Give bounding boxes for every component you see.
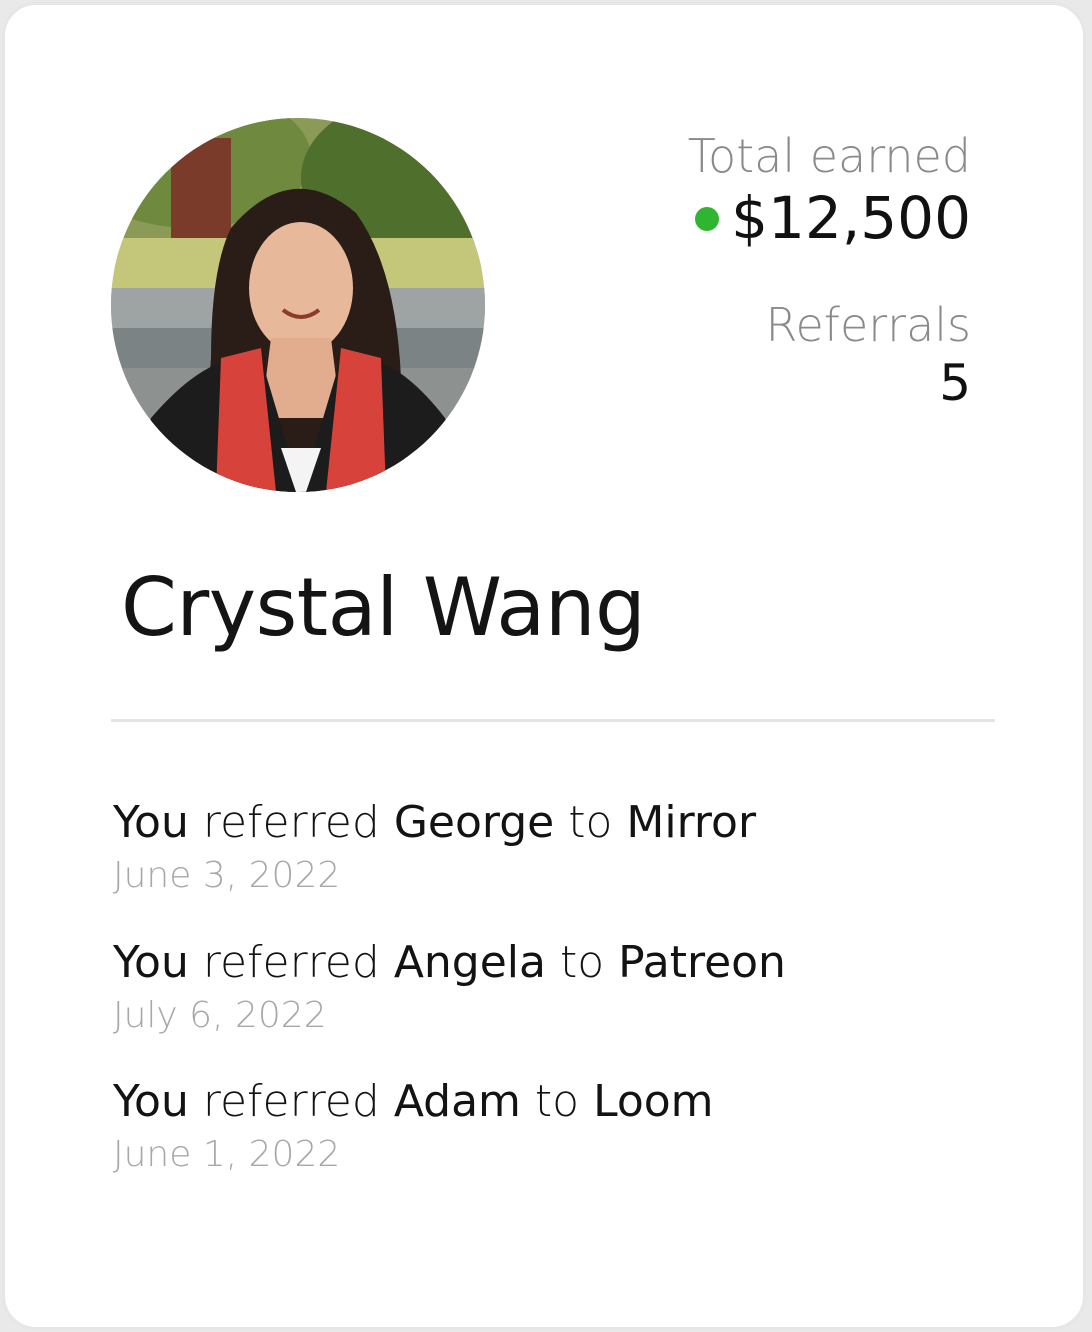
referral-company: Loom (593, 1076, 714, 1128)
stats-panel: Total earned $12,500 Referrals 5 (688, 129, 971, 413)
referral-sentence: You referred George to Mirror (113, 795, 1013, 850)
referral-subject: You (113, 1076, 189, 1128)
referral-verb: referred (202, 797, 380, 848)
referrals-count: 5 (939, 353, 971, 412)
referral-sentence: You referred Angela to Patreon (113, 935, 1013, 990)
profile-name: Crystal Wang (121, 561, 646, 654)
status-dot-icon (695, 206, 720, 231)
referral-person: Adam (393, 1076, 521, 1128)
referral-date: June 3, 2022 (113, 855, 341, 896)
referral-card: Total earned $12,500 Referrals 5 Crystal… (2, 2, 1086, 1330)
referral-sentence: You referred Adam to Loom (113, 1074, 1013, 1129)
avatar (111, 118, 485, 492)
referral-connector: to (568, 797, 613, 848)
list-item: You referred Adam to Loom June 1, 2022 (113, 1074, 1013, 1180)
total-earned-value-row: $12,500 (688, 184, 971, 254)
total-earned-value: $12,500 (731, 184, 971, 253)
referral-person: Angela (393, 936, 546, 988)
list-item: You referred George to Mirror June 3, 20… (113, 795, 1013, 901)
referral-company: Patreon (618, 936, 786, 988)
divider (111, 719, 995, 722)
referral-activity-list: You referred George to Mirror June 3, 20… (113, 795, 1013, 1214)
referral-subject: You (113, 797, 189, 848)
referral-verb: referred (202, 936, 380, 988)
referral-date: June 1, 2022 (113, 1134, 341, 1176)
referrals-label: Referrals (765, 297, 971, 352)
referral-person: George (393, 797, 555, 848)
total-earned-label: Total earned (687, 129, 971, 183)
referral-connector: to (560, 936, 605, 988)
avatar-image (111, 118, 485, 492)
referral-connector: to (534, 1076, 580, 1128)
referral-subject: You (113, 936, 189, 988)
referral-date: July 6, 2022 (113, 994, 327, 1036)
referral-verb: referred (202, 1076, 380, 1128)
list-item: You referred Angela to Patreon July 6, 2… (113, 935, 1013, 1041)
referral-company: Mirror (626, 797, 757, 848)
